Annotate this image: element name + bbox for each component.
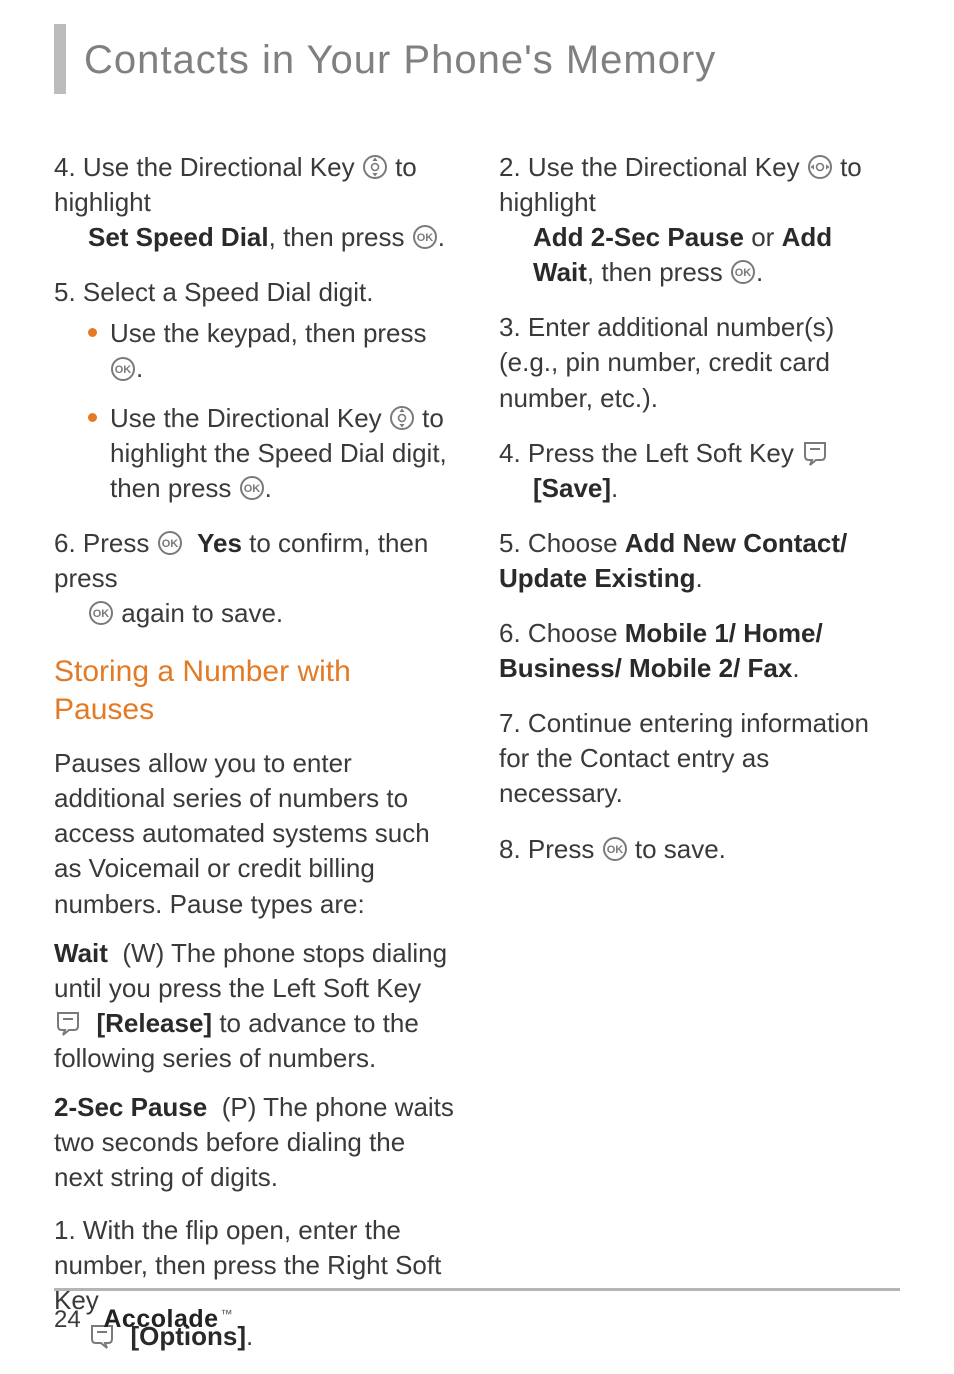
step-text: . [611,473,618,503]
bold-label: [Release] [96,1008,212,1038]
footer-rule [54,1288,900,1291]
step-text: The phone stops dialing until you press … [54,938,447,1003]
bold-label: Wait [54,938,108,968]
step-number: 2. [499,152,521,182]
right-step-6: 6. Choose Mobile 1/ Home/ Business/ Mobi… [499,616,900,686]
bullet-item: Use the keypad, then press . [88,316,455,386]
bullet-text: . [136,353,143,383]
paren-text: (W) [122,938,164,968]
step-text: again to save. [121,598,283,628]
step-text: to save. [635,834,726,864]
step-text: , then press [587,257,730,287]
step-number: 1. [54,1215,76,1245]
bullet-text: . [265,473,272,503]
bullet-item: Use the Directional Key to highlight the… [88,401,455,506]
step-text: Continue entering information for the Co… [499,708,869,808]
left-column: 4. Use the Directional Key to highlight … [54,150,455,1374]
softkey-left-icon [801,439,829,467]
step-number: 6. [499,618,521,648]
section-heading: Storing a Number with Pauses [54,653,455,728]
ok-icon [602,836,628,862]
step-text: Press [528,834,602,864]
step-number: 4. [54,152,76,182]
page-title-wrap: Contacts in Your Phone's Memory [54,34,900,94]
title-accent-bar [54,24,66,94]
step-text: . [695,563,702,593]
right-step-7: 7. Continue entering information for the… [499,706,900,811]
ok-icon [110,356,136,382]
ok-icon [730,259,756,285]
step-number: 5. [54,277,76,307]
right-step-5: 5. Choose Add New Contact/ Update Existi… [499,526,900,596]
step-number: 4. [499,438,521,468]
ok-icon [412,224,438,250]
bullet-list: Use the keypad, then press . Use the Dir… [54,316,455,505]
page-number: 24 [54,1306,81,1333]
ok-icon [157,530,183,556]
paren-text: (P) [222,1092,257,1122]
dpad-leftright-icon [807,154,833,180]
bold-label: [Save] [533,473,611,503]
page-footer: 24 Accolade™ [54,1288,900,1334]
left-step-4: 4. Use the Directional Key to highlight … [54,150,455,255]
step-text: Enter additional number(s) (e.g., pin nu… [499,312,834,412]
step-text: Choose [528,618,625,648]
right-column: 2. Use the Directional Key to highlight … [499,150,900,1374]
step-number: 6. [54,528,76,558]
step-text: Select a Speed Dial digit. [83,277,374,307]
bullet-text: Use the Directional Key [110,403,389,433]
right-step-2: 2. Use the Directional Key to highlight … [499,150,900,290]
right-step-8: 8. Press to save. [499,832,900,867]
step-text: , then press [269,222,412,252]
step-text: Use the Directional Key [528,152,807,182]
ok-icon [239,475,265,501]
bold-label: Set Speed Dial [88,222,269,252]
step-text: Press [83,528,157,558]
softkey-left-icon [54,1009,82,1037]
step-text: Choose [528,528,625,558]
step-text: Press the Left Soft Key [528,438,801,468]
step-number: 3. [499,312,521,342]
right-step-3: 3. Enter additional number(s) (e.g., pin… [499,310,900,415]
paragraph-wait: Wait (W) The phone stops dialing until y… [54,936,455,1076]
step-text: Use the Directional Key [83,152,362,182]
trademark-symbol: ™ [221,1307,233,1321]
dpad-updown-icon [389,405,415,431]
left-step-6: 6. Press Yes to confirm, then press agai… [54,526,455,631]
step-text: . [792,653,799,683]
ok-icon [88,600,114,626]
paragraph: Pauses allow you to enter additional ser… [54,746,455,921]
step-number: 7. [499,708,521,738]
bold-label: Yes [197,528,242,558]
dpad-updown-icon [362,154,388,180]
step-text: or [751,222,781,252]
bullet-text: Use the keypad, then press [110,318,427,348]
page-title: Contacts in Your Phone's Memory [84,34,716,94]
paragraph-pause: 2-Sec Pause (P) The phone waits two seco… [54,1090,455,1195]
step-number: 8. [499,834,521,864]
left-step-5: 5. Select a Speed Dial digit. Use the ke… [54,275,455,506]
step-text: . [438,222,445,252]
bold-label: Add 2-Sec Pause [533,222,744,252]
right-step-4: 4. Press the Left Soft Key [Save]. [499,436,900,506]
bold-label: 2-Sec Pause [54,1092,207,1122]
step-text: . [756,257,763,287]
brand-name: Accolade [103,1305,218,1333]
step-number: 5. [499,528,521,558]
